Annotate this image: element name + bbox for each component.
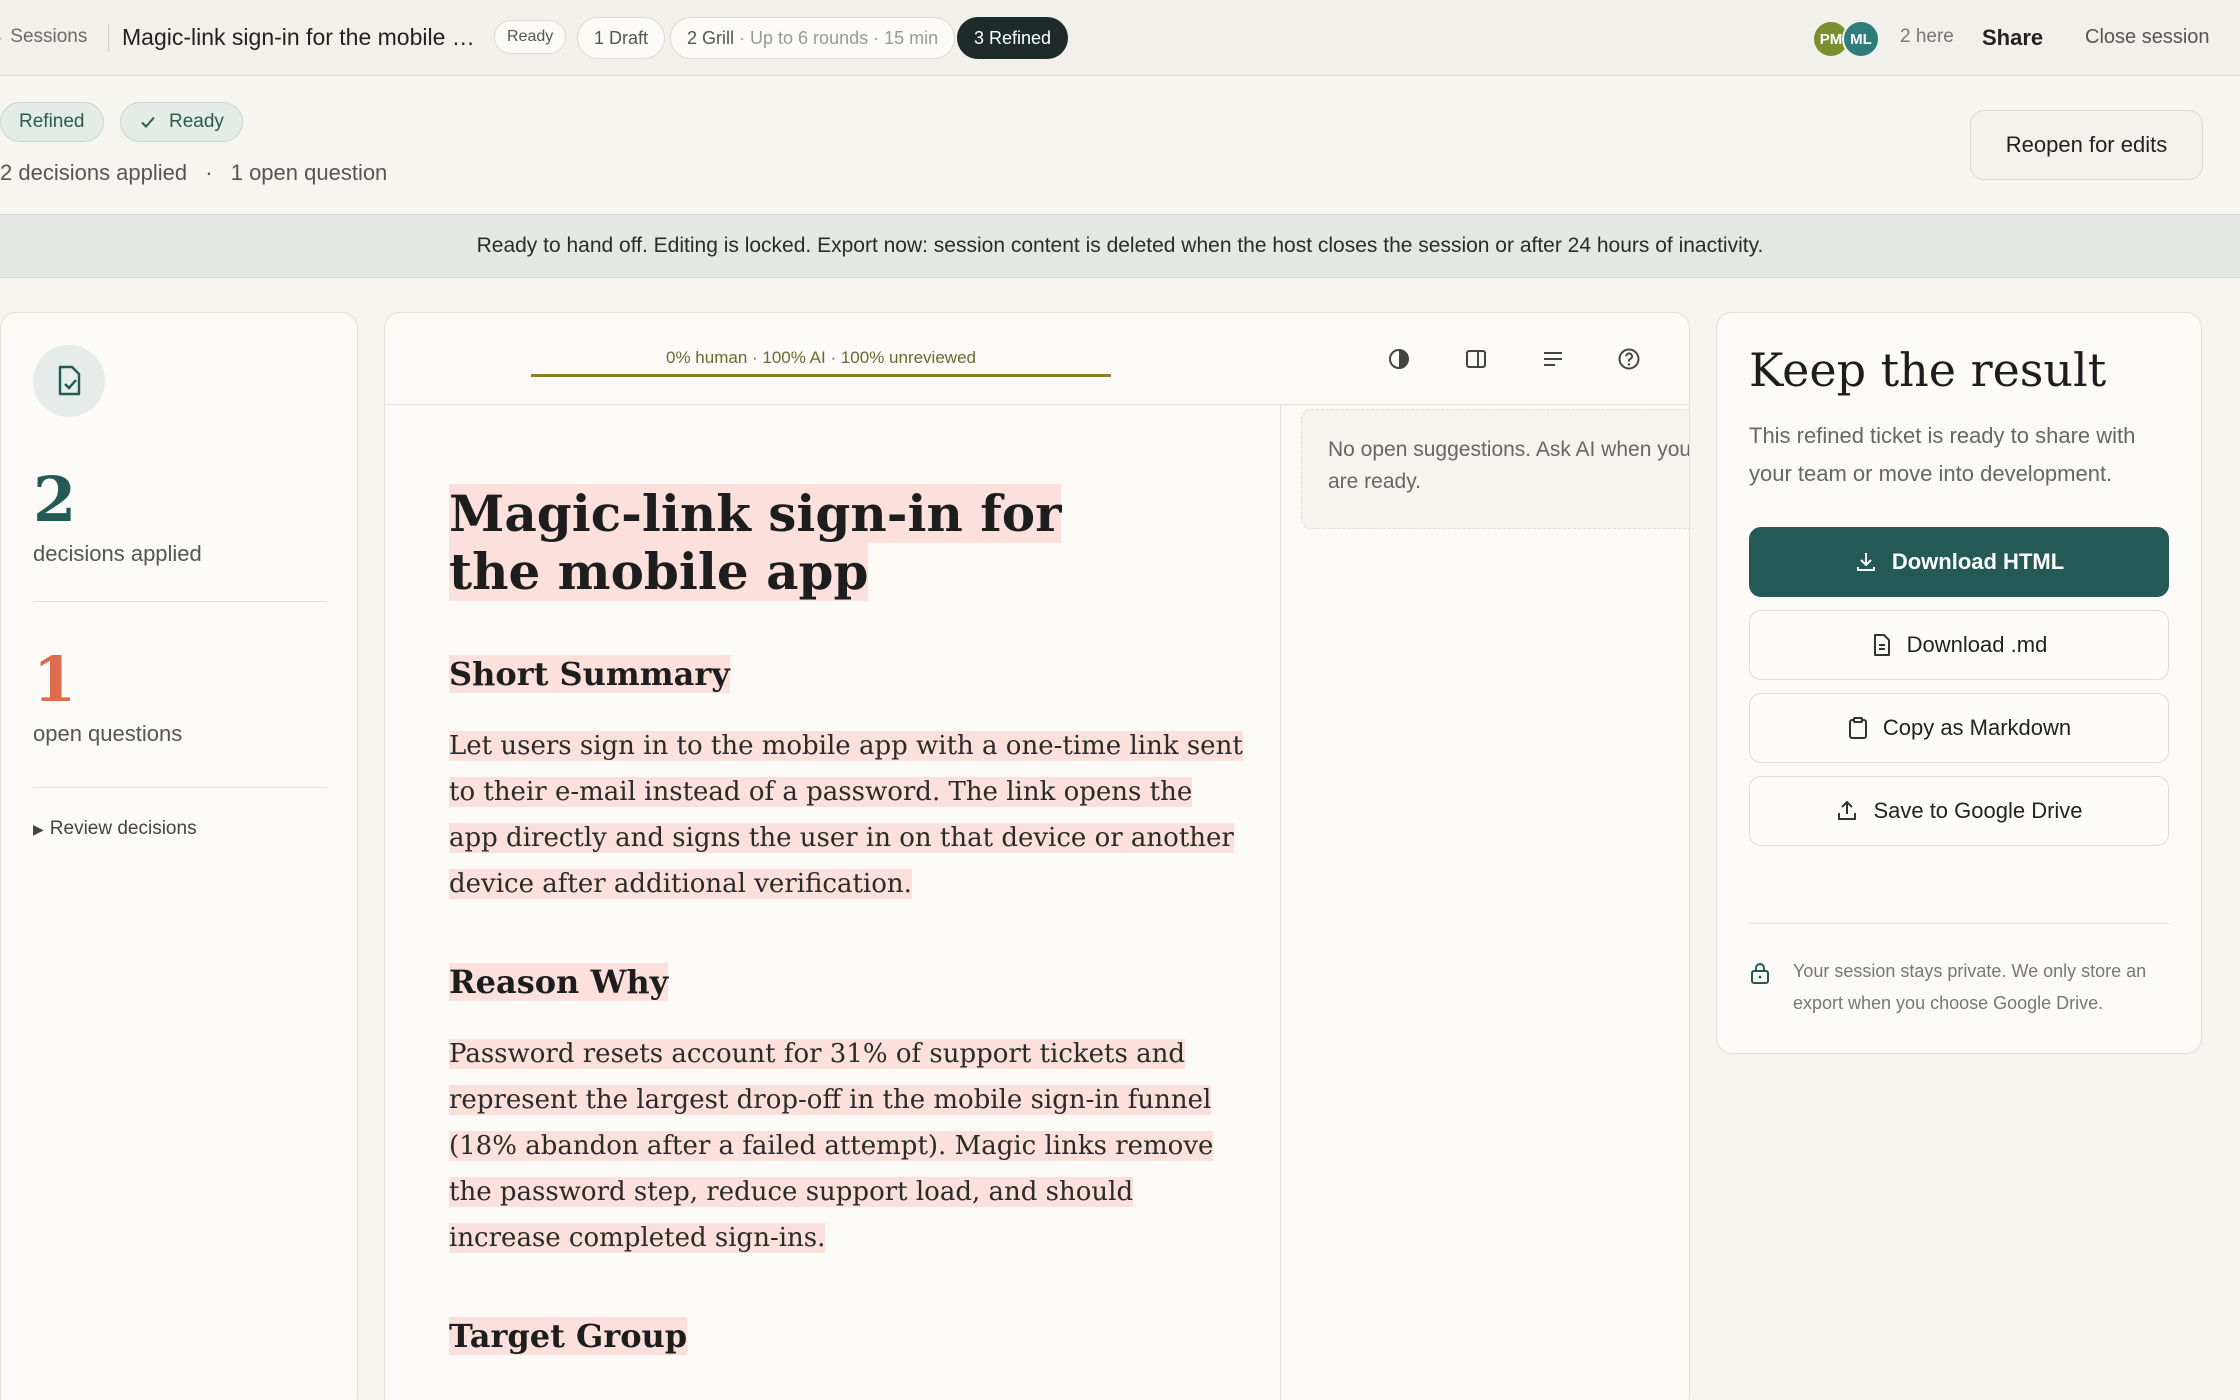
ticket-title: Magic-link sign-in for the mobile app xyxy=(449,484,1169,601)
share-button[interactable]: Share xyxy=(1982,25,2043,51)
section-body-text: Let users sign in to the mobile app with… xyxy=(449,731,1243,899)
editor-toolbar: 0% human · 100% AI · 100% unreviewed xyxy=(385,313,1689,405)
editor-panel: 0% human · 100% AI · 100% unreviewed Mag… xyxy=(384,312,1690,1400)
check-icon xyxy=(141,116,155,128)
avatar: ML xyxy=(1842,20,1880,58)
refined-badge: Refined xyxy=(0,102,104,142)
lock-icon xyxy=(1749,961,1771,990)
split-view-icon[interactable] xyxy=(1460,343,1492,375)
session-title: Magic-link sign-in for the mobile a... xyxy=(122,24,482,50)
decision-summary: 2 decisions applied · 1 open question xyxy=(0,160,387,186)
presence-avatars: PM ML xyxy=(1812,20,1882,60)
save-to-google-drive-label: Save to Google Drive xyxy=(1873,798,2083,823)
section-body: Let users sign in to the mobile app with… xyxy=(449,723,1249,907)
divider xyxy=(1749,923,2169,924)
close-session-button[interactable]: Close session xyxy=(2085,26,2210,49)
review-decisions-label: Review decisions xyxy=(49,818,197,839)
contrast-icon[interactable] xyxy=(1383,343,1415,375)
download-md-button[interactable]: Download .md xyxy=(1749,610,2169,680)
breadcrumb-divider xyxy=(108,24,109,52)
section-heading: Short Summary xyxy=(449,655,730,693)
export-panel: Keep the result This refined ticket is r… xyxy=(1716,312,2202,1054)
section-body: Password resets account for 31% of suppo… xyxy=(449,1031,1249,1261)
section-heading: Reason Why xyxy=(449,963,669,1001)
open-questions-count: 1 xyxy=(33,643,77,716)
ready-status-pill: Ready xyxy=(494,20,567,54)
clipboard-icon xyxy=(1847,716,1869,740)
authorship-ratio: 0% human · 100% AI · 100% unreviewed xyxy=(666,348,976,367)
ready-badge: Ready xyxy=(120,102,243,142)
step-grill-label: 2 Grill xyxy=(687,27,735,48)
download-html-label: Download HTML xyxy=(1891,549,2065,574)
handoff-banner: Ready to hand off. Editing is locked. Ex… xyxy=(0,214,2240,278)
caret-right-icon: ▶ xyxy=(33,821,44,837)
document-check-icon xyxy=(33,345,105,417)
section-heading-text: Reason Why xyxy=(449,963,669,1001)
upload-icon xyxy=(1835,799,1859,823)
authorship-bar xyxy=(531,374,1111,377)
summary-separator: · xyxy=(205,160,213,185)
section-heading-text: Target Group xyxy=(449,1317,688,1355)
copy-markdown-button[interactable]: Copy as Markdown xyxy=(1749,693,2169,763)
download-icon xyxy=(1854,550,1878,574)
step-grill[interactable]: 2 Grill · Up to 6 rounds · 15 min xyxy=(670,17,956,59)
outline-icon[interactable] xyxy=(1537,343,1569,375)
help-icon[interactable] xyxy=(1613,343,1645,375)
privacy-note: Your session stays private. We only stor… xyxy=(1793,961,2147,1013)
export-subtitle: This refined ticket is ready to share wi… xyxy=(1749,423,2136,486)
section-heading: Target Group xyxy=(449,1317,688,1355)
step-draft[interactable]: 1 Draft xyxy=(577,17,666,59)
open-questions-text: 1 open question xyxy=(230,160,388,185)
download-md-label: Download .md xyxy=(1906,632,2048,657)
reopen-for-edits-button[interactable]: Reopen for edits xyxy=(1970,110,2203,180)
file-icon xyxy=(1871,633,1893,657)
top-bar: ← Sessions Magic-link sign-in for the mo… xyxy=(0,0,2240,76)
decisions-count: 2 xyxy=(33,463,77,536)
step-refined[interactable]: 3 Refined xyxy=(957,17,1069,59)
back-to-sessions-link[interactable]: ← Sessions xyxy=(0,26,87,48)
section-heading-text: Short Summary xyxy=(449,655,730,693)
export-title: Keep the result xyxy=(1749,343,2107,397)
save-to-google-drive-button[interactable]: Save to Google Drive xyxy=(1749,776,2169,846)
divider xyxy=(33,601,327,602)
decisions-panel: 2 decisions applied 1 open questions ▶ Re… xyxy=(0,312,358,1400)
suggestions-empty-state: No open suggestions. Ask AI when you are… xyxy=(1301,409,1689,529)
step-grill-detail: · Up to 6 rounds · 15 min xyxy=(739,27,939,48)
ticket-title-text: Magic-link sign-in for the mobile app xyxy=(449,484,1062,601)
review-decisions-toggle[interactable]: ▶ Review decisions xyxy=(33,818,197,840)
decisions-label: decisions applied xyxy=(33,541,202,566)
copy-markdown-label: Copy as Markdown xyxy=(1882,715,2072,740)
ticket-document: Magic-link sign-in for the mobile app Sh… xyxy=(385,405,1281,1400)
open-questions-label: open questions xyxy=(33,721,183,746)
download-html-button[interactable]: Download HTML xyxy=(1749,527,2169,597)
section-body-text: Password resets account for 31% of suppo… xyxy=(449,1039,1214,1253)
ready-badge-label: Ready xyxy=(169,111,224,132)
presence-count: 2 here xyxy=(1900,26,1954,47)
divider xyxy=(33,787,327,788)
decisions-applied-text: 2 decisions applied xyxy=(0,160,188,185)
